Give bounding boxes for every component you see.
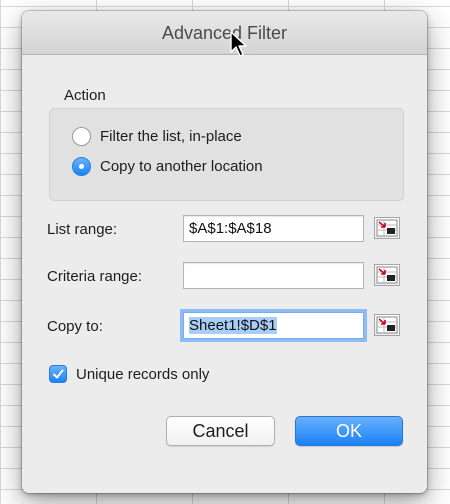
advanced-filter-dialog: Advanced Filter Action Filter the list, …: [22, 11, 427, 493]
unique-records-checkbox-row[interactable]: Unique records only: [49, 365, 209, 383]
collapse-dialog-icon: [376, 316, 398, 334]
collapse-dialog-icon: [376, 219, 398, 237]
criteria-range-select-button[interactable]: [374, 264, 400, 286]
dialog-titlebar[interactable]: Advanced Filter: [22, 11, 427, 55]
copy-to-value: Sheet1!$D$1: [189, 317, 277, 334]
list-range-select-button[interactable]: [374, 217, 400, 239]
dialog-title: Advanced Filter: [161, 23, 288, 43]
list-range-input[interactable]: $A$1:$A$18: [183, 215, 364, 242]
radio-button-selected[interactable]: [72, 157, 91, 176]
action-groupbox: [49, 108, 404, 201]
ok-button[interactable]: OK: [295, 416, 403, 446]
unique-records-checkbox[interactable]: [49, 365, 67, 383]
radio-button-unselected[interactable]: [72, 127, 91, 146]
radio-filter-in-place[interactable]: Filter the list, in-place: [72, 127, 242, 146]
copy-to-label: Copy to:: [47, 318, 103, 335]
copy-to-input[interactable]: Sheet1!$D$1: [183, 312, 364, 339]
list-range-label: List range:: [47, 221, 118, 238]
unique-records-label: Unique records only: [76, 365, 210, 383]
mouse-pointer-icon: [230, 31, 247, 57]
radio-label: Copy to another location: [100, 158, 263, 175]
radio-label: Filter the list, in-place: [100, 128, 242, 145]
checkmark-icon: [53, 369, 64, 379]
criteria-range-input[interactable]: [183, 262, 364, 289]
criteria-range-label: Criteria range:: [47, 268, 143, 285]
action-group-label: Action: [64, 87, 106, 104]
collapse-dialog-icon: [376, 266, 398, 284]
cancel-button[interactable]: Cancel: [166, 416, 275, 446]
copy-to-select-button[interactable]: [374, 314, 400, 336]
radio-copy-to-location[interactable]: Copy to another location: [72, 157, 263, 176]
